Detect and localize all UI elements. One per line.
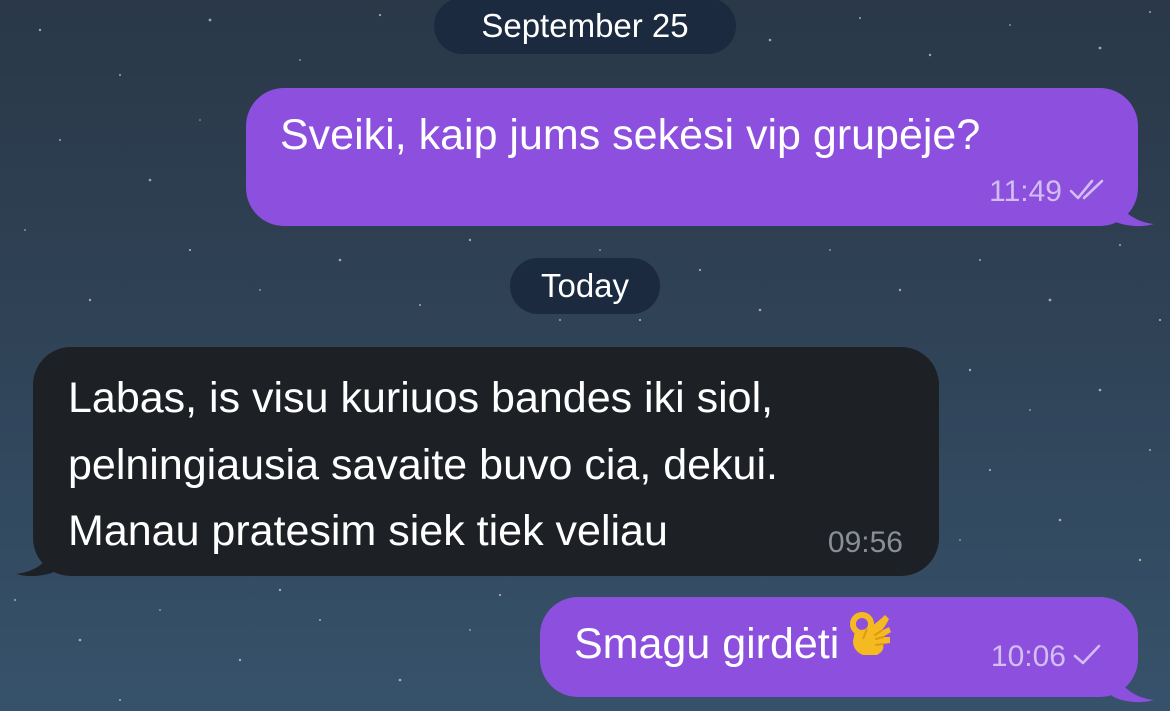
incoming-message[interactable]: Labas, is visu kuriuos bandes iki siol, … (33, 347, 939, 576)
outgoing-message[interactable]: Smagu girdėti 10:06 (540, 597, 1138, 697)
message-line: Manau pratesim siek tiek veliau (68, 507, 668, 555)
double-check-icon (1068, 175, 1108, 211)
date-separator: Today (510, 258, 660, 314)
message-text: Sveiki, kaip jums sekėsi vip grupėje? (280, 111, 981, 159)
message-meta: 11:49 (989, 174, 1108, 211)
bubble-tail (16, 546, 58, 577)
message-text: Smagu girdėti (574, 612, 895, 676)
bubble-tail (1112, 672, 1154, 703)
bubble-tail (1112, 196, 1154, 227)
message-time: 10:06 (990, 640, 1066, 673)
message-line: pelningiausia savaite buvo cia, dekui. (68, 441, 778, 489)
date-separator-label: September 25 (481, 7, 689, 44)
message-text-content: Smagu girdėti (574, 620, 840, 668)
date-separator: September 25 (434, 0, 736, 54)
ok-hand-emoji-icon (845, 609, 895, 676)
outgoing-message[interactable]: Sveiki, kaip jums sekėsi vip grupėje? 11… (246, 88, 1138, 226)
message-time: 11:49 (989, 175, 1062, 208)
message-time: 09:56 (827, 526, 903, 559)
message-line: Labas, is visu kuriuos bandes iki siol, (68, 374, 774, 422)
single-check-icon (1072, 640, 1102, 676)
date-separator-label: Today (540, 267, 630, 304)
message-meta: 10:06 (991, 639, 1102, 676)
